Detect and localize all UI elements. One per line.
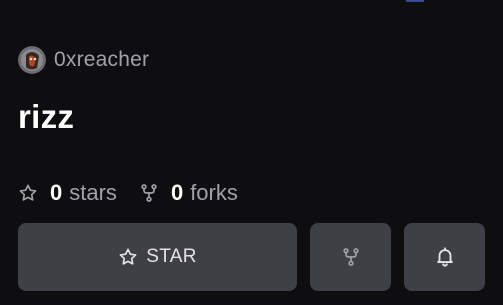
avatar[interactable] [18,46,46,74]
repo-stats: 0 stars 0 forks [18,180,238,206]
stars-count: 0 [50,180,63,205]
forks-stat[interactable]: 0 forks [139,180,238,206]
top-edge-mark [406,0,424,2]
repo-owner[interactable]: 0xreacher [18,46,149,74]
stars-label: stars [69,180,117,205]
star-outline-icon [19,184,37,201]
star-button-label: STAR [146,246,197,267]
stars-stat[interactable]: 0 stars [18,180,117,206]
star-outline-icon [119,248,137,265]
repo-title: rizz [18,98,75,135]
forks-label: forks [190,180,238,205]
owner-name[interactable]: 0xreacher [54,48,149,72]
forks-count: 0 [170,180,184,205]
watch-button[interactable] [404,223,485,291]
git-fork-icon [342,248,359,266]
fork-button[interactable] [310,223,391,291]
star-button[interactable]: STAR [18,223,297,291]
bell-icon [436,247,453,267]
repo-card: 0xreacher rizz 0 stars 0 forks STAR [0,0,503,305]
git-fork-icon [141,184,157,202]
